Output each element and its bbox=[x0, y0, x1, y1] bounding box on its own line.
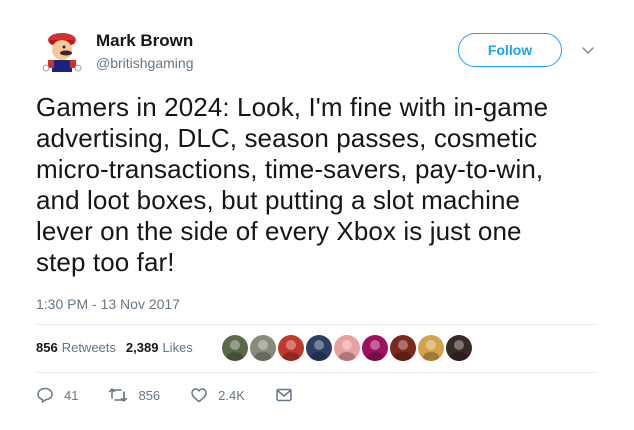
like-button[interactable]: 2.4K bbox=[190, 386, 245, 404]
envelope-icon bbox=[276, 388, 292, 402]
user-display-name[interactable]: Mark Brown bbox=[96, 31, 193, 51]
follow-button[interactable]: Follow bbox=[458, 33, 562, 67]
chevron-down-icon[interactable] bbox=[580, 42, 596, 58]
tweet-text: Gamers in 2024: Look, I'm fine with in-g… bbox=[36, 92, 549, 277]
user-handle[interactable]: @britishgaming bbox=[96, 55, 193, 71]
liker-avatar[interactable] bbox=[222, 335, 248, 361]
engagement-stats: 856 Retweets 2,389 Likes bbox=[36, 340, 203, 355]
liker-avatar[interactable] bbox=[306, 335, 332, 361]
liker-avatar[interactable] bbox=[362, 335, 388, 361]
heart-icon bbox=[191, 388, 207, 403]
liker-avatar[interactable] bbox=[334, 335, 360, 361]
liker-avatars bbox=[222, 335, 474, 361]
profile-avatar[interactable] bbox=[36, 26, 88, 78]
retweets-label: Retweets bbox=[61, 340, 116, 355]
retweets-stat[interactable]: 856 Retweets bbox=[36, 340, 116, 355]
liker-avatar[interactable] bbox=[250, 335, 276, 361]
liker-avatar[interactable] bbox=[446, 335, 472, 361]
retweet-icon bbox=[109, 388, 128, 402]
divider-bottom bbox=[36, 372, 598, 373]
mario-avatar-icon bbox=[36, 26, 88, 78]
reply-count: 41 bbox=[64, 387, 79, 403]
retweet-button[interactable]: 856 bbox=[108, 386, 160, 404]
reply-icon bbox=[37, 387, 53, 403]
direct-message-button[interactable] bbox=[275, 387, 303, 403]
liker-avatar[interactable] bbox=[278, 335, 304, 361]
retweets-count: 856 bbox=[36, 340, 58, 355]
retweet-count: 856 bbox=[138, 387, 161, 403]
liker-avatar[interactable] bbox=[390, 335, 416, 361]
tweet-timestamp[interactable]: 1:30 PM - 13 Nov 2017 bbox=[36, 296, 180, 312]
likes-stat[interactable]: 2,389 Likes bbox=[126, 340, 193, 355]
divider-top bbox=[36, 324, 598, 325]
liker-avatar[interactable] bbox=[418, 335, 444, 361]
tweet-actions: 41 856 2.4K bbox=[36, 386, 333, 404]
like-count: 2.4K bbox=[218, 387, 245, 403]
reply-button[interactable]: 41 bbox=[36, 386, 78, 404]
likes-label: Likes bbox=[162, 340, 193, 355]
likes-count: 2,389 bbox=[125, 340, 159, 355]
